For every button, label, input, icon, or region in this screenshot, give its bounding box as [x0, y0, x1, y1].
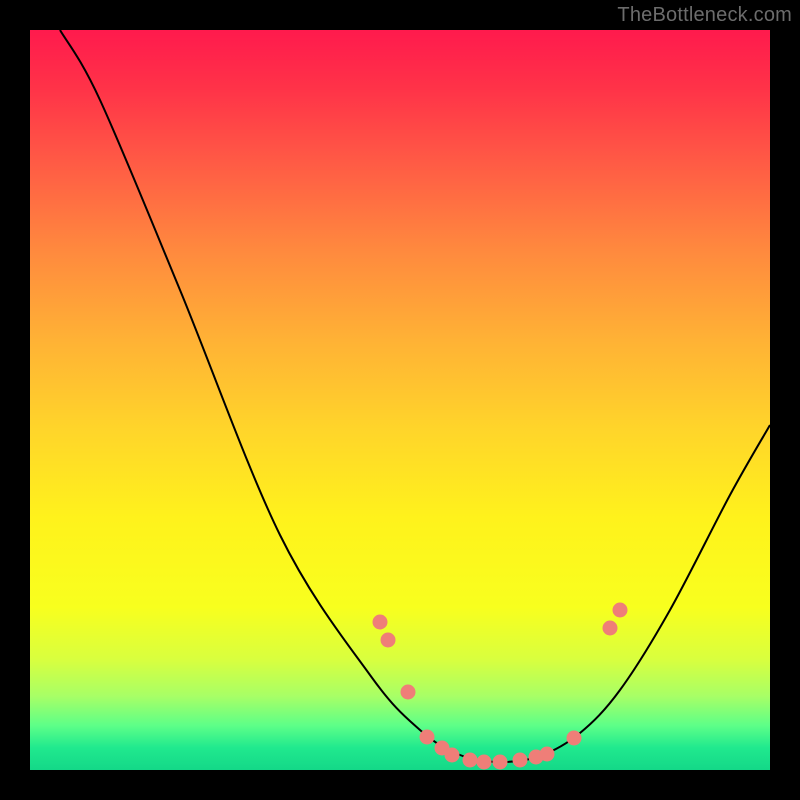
data-dot [603, 621, 617, 635]
data-dot [373, 615, 387, 629]
data-dot [401, 685, 415, 699]
data-dots [373, 603, 627, 769]
data-dot [540, 747, 554, 761]
watermark-text: TheBottleneck.com [617, 4, 792, 27]
curve-line [60, 30, 770, 762]
chart-plot-area [30, 30, 770, 770]
data-dot [567, 731, 581, 745]
chart-svg [30, 30, 770, 770]
data-dot [613, 603, 627, 617]
data-dot [381, 633, 395, 647]
data-dot [513, 753, 527, 767]
data-dot [420, 730, 434, 744]
data-dot [477, 755, 491, 769]
data-dot [463, 753, 477, 767]
data-dot [493, 755, 507, 769]
data-dot [445, 748, 459, 762]
